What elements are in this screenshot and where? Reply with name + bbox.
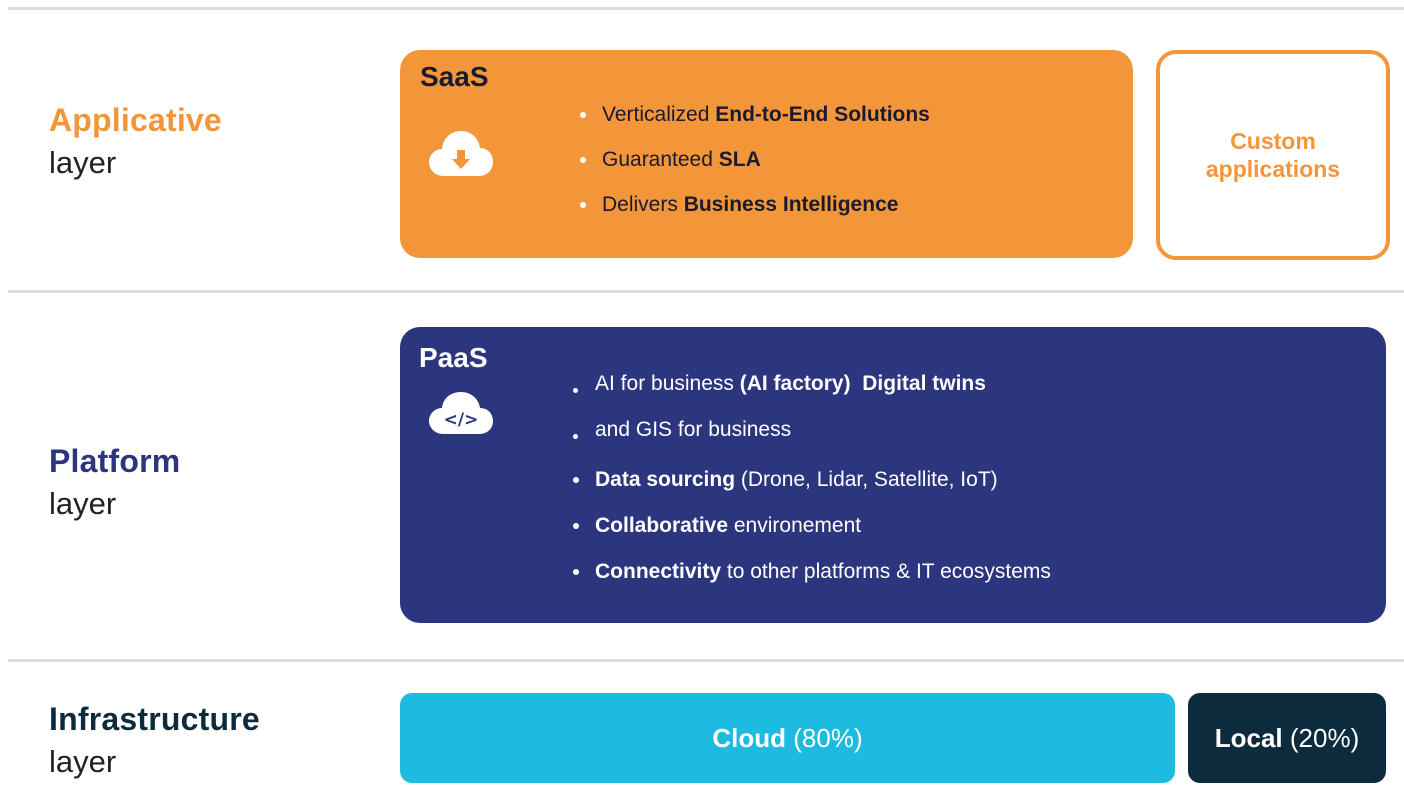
infrastructure-layer-title: Infrastructure [49, 701, 260, 737]
paas-bullet: Connectivity to other platforms & IT eco… [567, 549, 1051, 595]
saas-bullet: Delivers Business Intelligence [574, 182, 930, 227]
saas-bullet-text: Delivers [602, 193, 684, 216]
saas-bullet-bold: End-to-End Solutions [715, 103, 930, 126]
divider-platform-infrastructure [8, 659, 1404, 662]
paas-bullet-rest: to other platforms & IT ecosystems [721, 560, 1051, 583]
bullet-dot [573, 388, 578, 393]
saas-bullet-list: Verticalized End-to-End Solutions Guaran… [574, 92, 930, 227]
cloud-share: (80%) [793, 722, 863, 753]
infrastructure-layer-subtitle: layer [49, 744, 117, 779]
paas-bullet-list: AI for business (AI factory) Digital twi… [567, 361, 1051, 595]
custom-applications-line1: Custom [1230, 128, 1316, 154]
local-infrastructure-box: Local (20%) [1188, 693, 1386, 783]
paas-title: PaaS [419, 342, 488, 373]
paas-bullet-text: and GIS for business [595, 418, 792, 441]
bullet-dot [580, 112, 586, 118]
divider-top [8, 7, 1404, 10]
local-label: Local [1214, 722, 1283, 753]
bullet-dot [580, 157, 586, 163]
code-glyph: </> [444, 410, 479, 430]
platform-layer-title: Platform [49, 443, 181, 479]
bullet-dot [573, 523, 579, 529]
saas-bullet-text: Verticalized [602, 103, 716, 126]
saas-title: SaaS [420, 61, 489, 92]
local-share: (20%) [1289, 722, 1360, 753]
divider-applicative-platform [8, 290, 1404, 293]
saas-bullet-bold: Business Intelligence [683, 193, 899, 216]
applicative-layer-title: Applicative [49, 102, 222, 138]
paas-bullet-text: AI for business [595, 372, 740, 395]
paas-bullet-bold: Data sourcing [595, 468, 736, 491]
paas-bullet: Data sourcing (Drone, Lidar, Satellite, … [567, 457, 1051, 503]
paas-bullet-bold: (AI factory) Digital twins [739, 372, 986, 395]
platform-layer-subtitle: layer [49, 486, 117, 521]
bullet-dot [573, 477, 579, 483]
cloud-code-icon: </> [429, 392, 493, 434]
paas-bullet-rest: (Drone, Lidar, Satellite, IoT) [735, 468, 998, 491]
applicative-layer-subtitle: layer [49, 145, 117, 180]
saas-box: SaaS Verticalized End-to-End Solutions G… [400, 50, 1133, 258]
saas-bullet: Verticalized End-to-End Solutions [574, 92, 930, 137]
saas-bullet-bold: SLA [718, 148, 761, 171]
paas-bullet-bold: Collaborative [595, 514, 729, 537]
custom-applications-line2: applications [1205, 156, 1341, 182]
paas-bullet-rest: environement [728, 514, 862, 537]
bullet-dot [580, 202, 586, 208]
saas-bullet-text: Guaranteed [602, 148, 719, 171]
paas-bullet: AI for business (AI factory) Digital twi… [567, 361, 1051, 407]
paas-box: PaaS </> AI for business (AI factory) Di… [400, 327, 1386, 623]
cloud-label: Cloud [712, 722, 787, 753]
bullet-dot [573, 569, 579, 575]
paas-bullet: Collaborative environement [567, 503, 1051, 549]
paas-bullet-bold: Connectivity [595, 560, 722, 583]
bullet-dot [573, 434, 578, 439]
cloud-infrastructure-box: Cloud (80%) [400, 693, 1175, 783]
saas-bullet: Guaranteed SLA [574, 137, 930, 182]
custom-applications-box: Custom applications [1156, 50, 1390, 260]
paas-bullet: and GIS for business [567, 407, 1051, 453]
cloud-download-icon [429, 131, 493, 176]
